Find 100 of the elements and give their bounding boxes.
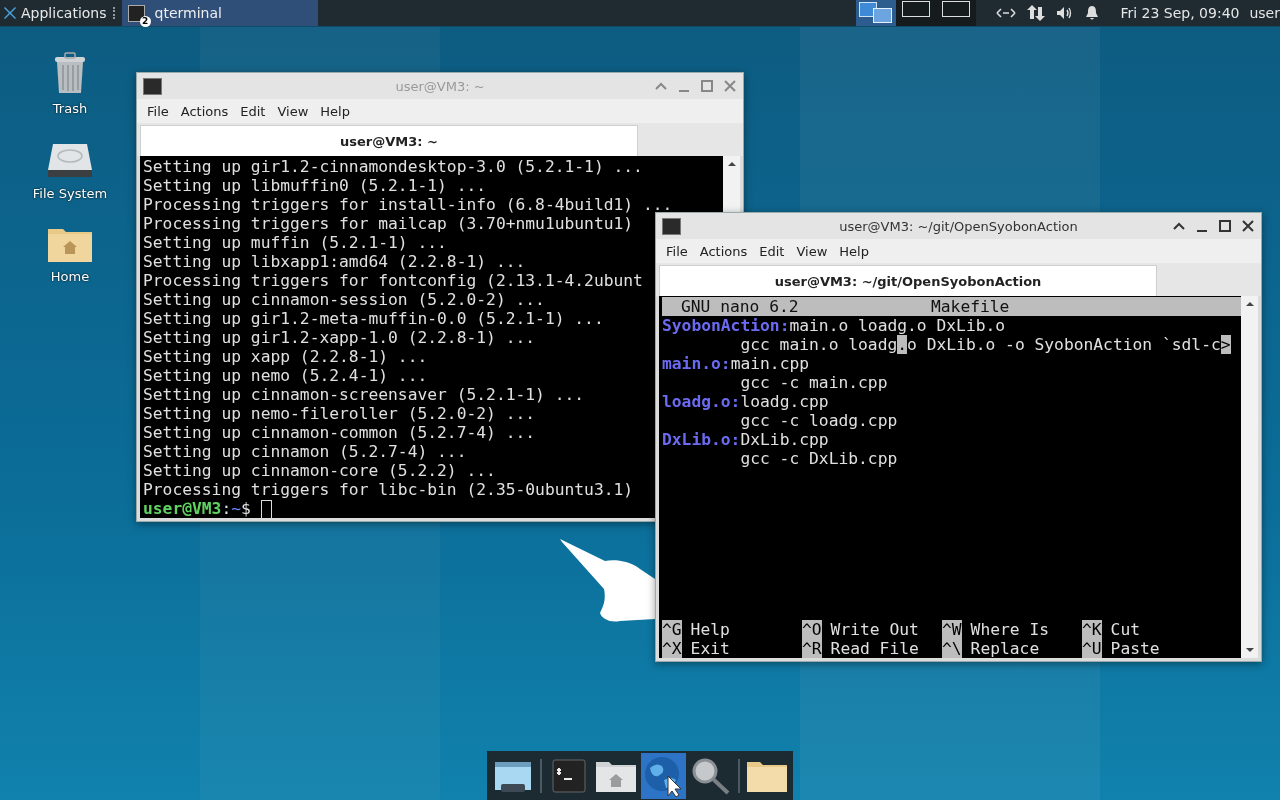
make-target: loadg.o: — [662, 392, 741, 411]
shortcut-label: Cut — [1110, 620, 1141, 639]
terminal-tab[interactable]: user@VM3: ~ — [140, 125, 638, 156]
menu-item[interactable]: View — [271, 103, 315, 119]
menu-item[interactable]: Edit — [234, 103, 272, 119]
dock-button[interactable] — [641, 752, 686, 799]
terminal-line: Setting up nemo-fileroller (5.2.0-2) ... — [143, 404, 536, 423]
shortcut-label: Replace — [970, 639, 1040, 658]
terminal-line: Setting up cinnamon-screensaver (5.2.1-1) ... — [143, 385, 585, 404]
terminal-line: Setting up muffin (5.2.1-1) ... — [143, 233, 447, 252]
terminal-line: Setting up libmuffin0 (5.2.1-1) ... — [143, 176, 487, 195]
command-text: gcc -c loadg.cpp — [740, 411, 898, 430]
shortcut-key: ^U — [1082, 639, 1102, 658]
terminal-icon — [662, 217, 681, 235]
dependency-list: DxLib.cpp — [740, 430, 829, 449]
shortcut-label: Help — [690, 620, 730, 639]
desktop-icon-label[interactable]: Trash — [52, 101, 88, 116]
shortcut-label: Paste — [1110, 639, 1160, 658]
terminal-line: Setting up gir1.2-xapp-1.0 (2.2.8-1) ... — [143, 328, 536, 347]
shortcut-key: ^\ — [942, 639, 962, 658]
close-icon[interactable] — [1241, 219, 1255, 233]
command-text: o DxLib.o -o SyobonAction `sdl-c — [907, 335, 1221, 354]
maximize-icon[interactable] — [1218, 219, 1232, 233]
terminal-line: Setting up cinnamon (5.2.7-4) ... — [143, 442, 467, 461]
clock-text[interactable]: Fri 23 Sep, 09:40 — [1120, 5, 1240, 21]
window-title: user@VM3: ~/git/OpenSyobonAction — [839, 218, 1078, 234]
prompt-user: user@VM3 — [143, 499, 222, 518]
window-count-badge: 2 — [139, 15, 151, 27]
terminal-line: Setting up cinnamon-core (5.2.2) ... — [143, 461, 496, 480]
taskbar-button[interactable]: 2 qterminal — [121, 0, 318, 26]
terminal-icon — [143, 77, 162, 95]
command-text: gcc -c main.cpp — [740, 373, 888, 392]
workspace-button[interactable] — [936, 0, 977, 26]
applications-menu[interactable]: Applications — [0, 1, 109, 25]
scroll-up-icon[interactable] — [1244, 300, 1255, 308]
scrollbar[interactable] — [723, 156, 740, 212]
menu-item[interactable]: Actions — [174, 103, 235, 119]
terminal-line: Setting up cinnamon-common (5.2.7-4) ... — [143, 423, 536, 442]
editor-version: GNU nano 6.2 — [680, 297, 800, 316]
workspace-button[interactable] — [896, 0, 937, 26]
scrollbar[interactable] — [1241, 296, 1258, 658]
line-overflow-mark: > — [1220, 335, 1231, 354]
trash-can-icon[interactable] — [52, 51, 88, 95]
make-target: main.o: — [662, 354, 731, 373]
shortcut-key: ^G — [662, 620, 682, 639]
text-cursor — [260, 500, 272, 519]
menu-item[interactable]: View — [790, 243, 834, 259]
scroll-down-icon[interactable] — [1244, 646, 1255, 654]
prompt-separator: : — [221, 499, 232, 518]
window-title: user@VM3: ~ — [395, 78, 485, 94]
bell-icon — [1084, 5, 1101, 21]
terminal-line: Setting up gir1.2-meta-muffin-0.0 (5.2.1-1) ... — [143, 309, 604, 328]
file-name: Makefile — [931, 297, 1010, 316]
empty-workspace-icon — [902, 1, 931, 17]
empty-workspace-icon — [942, 1, 971, 17]
terminal-line: Setting up libxapp1:amd64 (2.2.8-1) ... — [143, 252, 526, 271]
dependency-list: loadg.cpp — [740, 392, 829, 411]
make-target: SyobonAction: — [662, 316, 790, 335]
terminal-tab[interactable]: user@VM3: ~/git/OpenSyobonAction — [659, 265, 1157, 296]
user-name[interactable]: user — [1249, 5, 1280, 21]
terminal-line: Setting up cinnamon-session (5.2.0-2) ... — [143, 290, 545, 309]
terminal-line: Processing triggers for libc-bin (2.35-0ubuntu3.1) — [143, 480, 634, 499]
command-text: gcc main.o loadg — [740, 335, 898, 354]
prompt-path: ~ — [231, 499, 242, 518]
terminal-line: Setting up xapp (2.2.8-1) ... — [143, 347, 428, 366]
network-icon — [996, 6, 1017, 20]
x-logo-icon — [3, 6, 17, 20]
terminal-line: Processing triggers for mailcap (3.70+nmu1ubuntu1) — [143, 214, 634, 233]
command-text: gcc -c DxLib.cpp — [740, 449, 898, 468]
workspace-windows-icon — [858, 1, 895, 25]
shortcut-label: Read File — [830, 639, 919, 658]
terminal-icon — [552, 758, 587, 793]
shortcut-key: ^X — [662, 639, 682, 658]
dependency-list: main.o loadg.o DxLib.o — [789, 316, 1006, 335]
menu-item[interactable]: Help — [314, 103, 356, 119]
scroll-up-icon[interactable] — [726, 160, 737, 168]
menu-item[interactable]: File — [660, 243, 694, 259]
menu-item[interactable]: Edit — [753, 243, 791, 259]
menu-item[interactable]: Actions — [693, 243, 754, 259]
transfer-arrows-icon — [1026, 4, 1047, 22]
text-cursor: . — [897, 335, 908, 354]
shortcut-key: ^W — [942, 620, 962, 639]
shortcut-key: ^O — [802, 620, 822, 639]
menu-item[interactable]: File — [141, 103, 175, 119]
shortcut-label: Write Out — [830, 620, 919, 639]
shortcut-key: ^K — [1082, 620, 1102, 639]
terminal-line: Setting up gir1.2-cinnamondesktop-3.0 (5.2.1-1) ... — [143, 157, 643, 176]
desktop-icon-label[interactable]: Home — [50, 269, 90, 284]
shortcut-label: Where Is — [970, 620, 1050, 639]
shortcut-key: ^R — [802, 639, 822, 658]
terminal-line: Setting up nemo (5.2.4-1) ... — [143, 366, 428, 385]
dependency-list: main.cpp — [730, 354, 810, 373]
prompt-symbol: $ — [241, 499, 251, 518]
shortcut-label: Exit — [690, 639, 730, 658]
terminal-line: Processing triggers for fontconfig (2.13.1-4.2ubunt — [143, 271, 643, 290]
workspace-button[interactable] — [856, 0, 897, 26]
menu-item[interactable]: Help — [833, 243, 875, 259]
terminal-line: Processing triggers for install-info (6.8-4build1) ... — [143, 195, 673, 214]
make-target: DxLib.o: — [662, 430, 741, 449]
desktop-icon-label[interactable]: File System — [32, 186, 108, 201]
